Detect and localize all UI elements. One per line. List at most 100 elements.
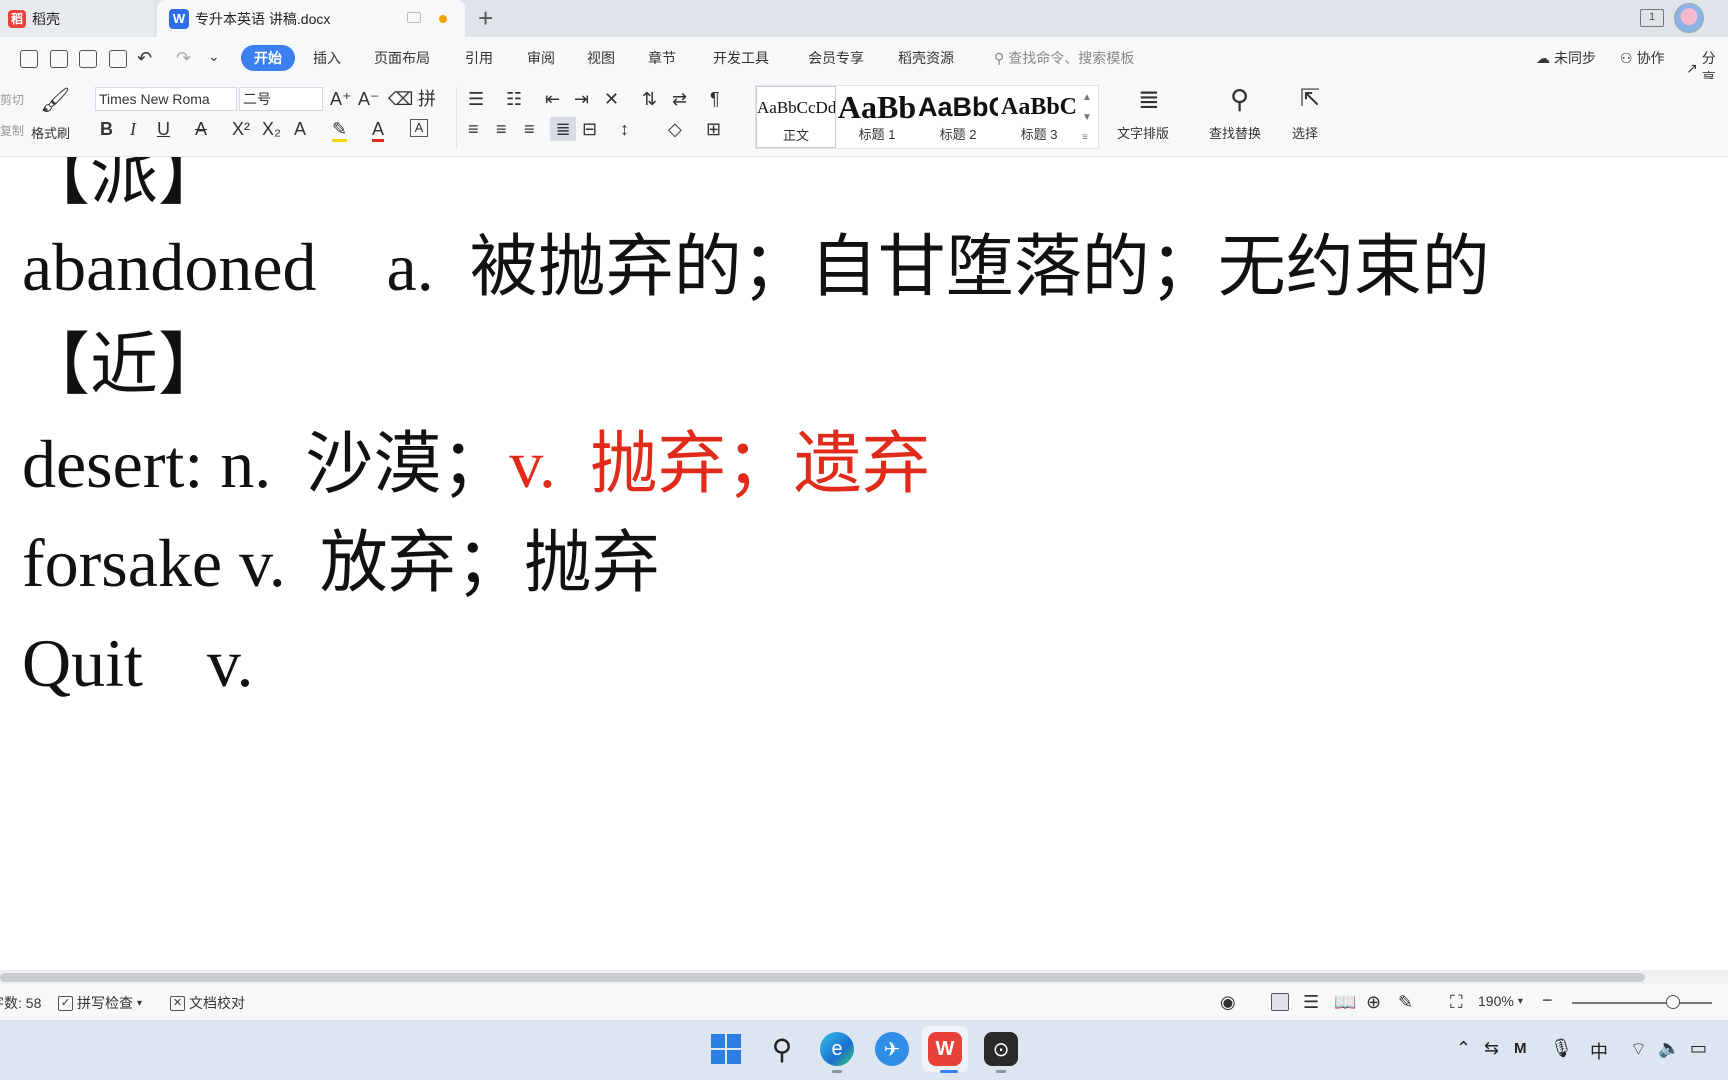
- chinese-layout-icon[interactable]: ✕: [604, 89, 619, 109]
- start-button[interactable]: [709, 1032, 743, 1066]
- redo-icon[interactable]: ↷: [176, 48, 191, 68]
- tab-member[interactable]: 会员专享: [808, 48, 864, 68]
- justify-icon[interactable]: ≣: [550, 117, 576, 141]
- spell-check-button[interactable]: ✓ 拼写检查 ▾: [58, 993, 142, 1013]
- eye-protect-icon[interactable]: ◉: [1220, 992, 1236, 1012]
- format-painter-icon[interactable]: 🖌: [40, 87, 70, 115]
- tab-insert[interactable]: 插入: [313, 48, 341, 68]
- wifi-icon[interactable]: ⌔: [1630, 1038, 1647, 1061]
- font-name-select[interactable]: Times New Roma: [95, 87, 237, 111]
- align-right-icon[interactable]: ≡: [524, 119, 535, 139]
- outline-view-icon[interactable]: ☰: [1303, 992, 1319, 1012]
- styles-scroll-down-icon[interactable]: ▼: [1082, 108, 1092, 128]
- ime-indicator[interactable]: 中: [1590, 1038, 1608, 1064]
- search-taskbar-icon[interactable]: ⚲: [765, 1032, 799, 1066]
- monitor-icon[interactable]: [407, 12, 421, 23]
- style-heading-1[interactable]: AaBb 标题 1: [837, 86, 917, 148]
- reading-view-icon[interactable]: 📖: [1334, 992, 1356, 1012]
- volume-icon[interactable]: 🔈: [1658, 1038, 1680, 1059]
- line-spacing-icon[interactable]: ↕: [620, 119, 629, 139]
- tray-settings-icon[interactable]: ⇆: [1484, 1038, 1499, 1059]
- underline-icon[interactable]: U: [157, 119, 170, 139]
- zoom-slider-handle[interactable]: [1666, 995, 1680, 1009]
- tray-app-icon[interactable]: M: [1514, 1040, 1527, 1057]
- style-heading-3[interactable]: AaBbC 标题 3: [999, 86, 1079, 148]
- tab-home[interactable]: 开始: [241, 45, 295, 71]
- text-layout-icon[interactable]: ≣: [1138, 85, 1160, 113]
- document-page[interactable]: 【派】 abandoned a. 被抛弃的；自甘堕落的；无约束的 【近】 deser…: [0, 157, 1728, 970]
- word-count[interactable]: 字数: 58: [0, 993, 41, 1013]
- styles-more-icon[interactable]: ≡: [1082, 128, 1088, 148]
- format-painter-label[interactable]: 格式刷: [31, 123, 70, 142]
- font-size-select[interactable]: 二号: [239, 87, 323, 111]
- doc-proof-button[interactable]: ✕ 文档校对: [170, 993, 245, 1013]
- collab-button[interactable]: ⚇ 协作: [1620, 48, 1665, 68]
- microphone-icon[interactable]: 🎙: [1550, 1038, 1573, 1059]
- feishu-icon[interactable]: ✈: [875, 1032, 909, 1066]
- style-normal[interactable]: AaBbCcDd 正文: [756, 86, 836, 148]
- distributed-icon[interactable]: ⊟: [582, 119, 597, 139]
- edge-icon[interactable]: e: [820, 1032, 854, 1066]
- tab-view[interactable]: 视图: [587, 48, 615, 68]
- tray-overflow-icon[interactable]: ⌃: [1456, 1038, 1471, 1059]
- tab-page-layout[interactable]: 页面布局: [374, 48, 430, 68]
- web-view-icon[interactable]: ⊕: [1366, 992, 1381, 1012]
- decrease-indent-icon[interactable]: ⇤: [545, 89, 560, 109]
- font-color-icon[interactable]: A: [372, 119, 385, 142]
- bullet-list-icon[interactable]: ☰: [468, 89, 484, 109]
- styles-scroll-up-icon[interactable]: ▲: [1082, 88, 1092, 108]
- tab-developer[interactable]: 开发工具: [713, 48, 769, 68]
- shading-icon[interactable]: ◇: [668, 119, 682, 139]
- tab-references[interactable]: 引用: [465, 48, 493, 68]
- subscript-icon[interactable]: X₂: [262, 119, 281, 139]
- export-icon[interactable]: [50, 50, 68, 68]
- align-center-icon[interactable]: ≡: [496, 119, 507, 139]
- find-replace-label[interactable]: 查找替换: [1209, 123, 1261, 142]
- text-layout-label[interactable]: 文字排版: [1117, 123, 1169, 142]
- tab-document[interactable]: W 专升本英语 讲稿.docx: [157, 0, 465, 37]
- increase-font-icon[interactable]: A⁺: [330, 89, 352, 109]
- select-label[interactable]: 选择: [1292, 123, 1318, 142]
- decrease-font-icon[interactable]: A⁻: [358, 89, 380, 109]
- italic-icon[interactable]: I: [130, 119, 136, 139]
- page-indicator[interactable]: 1: [1640, 9, 1664, 27]
- zoom-slider-track[interactable]: [1572, 1002, 1712, 1004]
- phonetic-guide-icon[interactable]: 拼: [418, 89, 436, 109]
- increase-indent-icon[interactable]: ⇥: [574, 89, 589, 109]
- borders-icon[interactable]: ⊞: [706, 119, 721, 139]
- strikethrough-icon[interactable]: A: [195, 119, 207, 139]
- text-direction-icon[interactable]: ⇄: [672, 89, 687, 109]
- fit-page-icon[interactable]: ⛶: [1450, 992, 1463, 1012]
- horizontal-scrollbar[interactable]: [0, 970, 1728, 984]
- zoom-out-icon[interactable]: −: [1542, 990, 1553, 1010]
- save-icon[interactable]: [20, 50, 38, 68]
- text-effect-icon[interactable]: A: [294, 119, 306, 139]
- bold-icon[interactable]: B: [100, 119, 113, 139]
- cursor-icon[interactable]: ⇱: [1300, 85, 1320, 113]
- cut-button[interactable]: 剪切: [0, 91, 24, 108]
- print-icon[interactable]: [79, 50, 97, 68]
- write-mode-icon[interactable]: ✎: [1398, 992, 1413, 1012]
- clear-format-icon[interactable]: ⌫: [388, 89, 413, 109]
- wps-icon[interactable]: W: [928, 1032, 962, 1066]
- numbered-list-icon[interactable]: ☷: [506, 89, 522, 109]
- undo-icon[interactable]: ↶: [137, 48, 152, 68]
- show-marks-icon[interactable]: ¶: [710, 89, 720, 109]
- chevron-down-icon[interactable]: ⌄: [208, 46, 220, 66]
- sort-icon[interactable]: ⇅: [642, 89, 657, 109]
- superscript-icon[interactable]: X²: [232, 119, 250, 139]
- page-view-icon[interactable]: [1271, 993, 1289, 1011]
- command-search[interactable]: ⚲ 查找命令、搜索模板: [994, 48, 1134, 68]
- find-icon[interactable]: ⚲: [1230, 85, 1249, 113]
- zoom-level[interactable]: 190% ▾: [1478, 993, 1523, 1009]
- new-tab-button[interactable]: +: [478, 4, 493, 32]
- highlight-icon[interactable]: ✎: [332, 119, 348, 142]
- print-preview-icon[interactable]: [109, 50, 127, 68]
- tab-chapter[interactable]: 章节: [648, 48, 676, 68]
- battery-icon[interactable]: ▭: [1690, 1038, 1707, 1059]
- avatar[interactable]: [1674, 3, 1704, 33]
- tab-review[interactable]: 审阅: [527, 48, 555, 68]
- recorder-icon[interactable]: ⊙: [984, 1032, 1018, 1066]
- align-left-icon[interactable]: ≡: [468, 119, 479, 139]
- copy-button[interactable]: 复制: [0, 122, 24, 139]
